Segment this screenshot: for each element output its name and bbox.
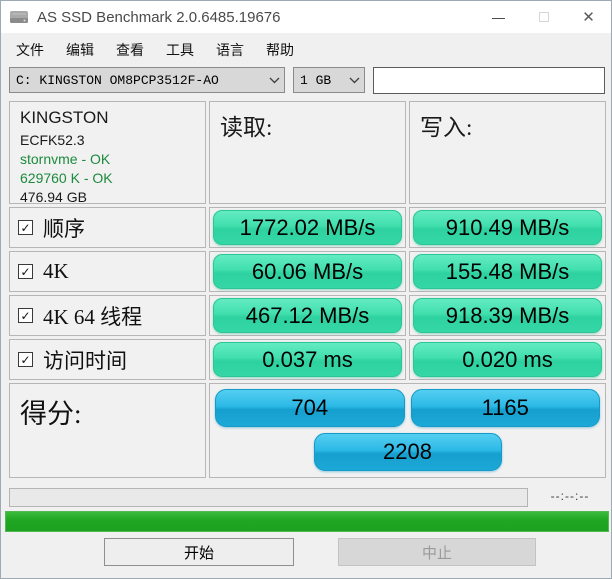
- checkbox-4k[interactable]: ✓: [18, 264, 33, 279]
- access-time-label: 访问时间: [43, 348, 127, 373]
- test-size-select[interactable]: 1 GB: [293, 67, 365, 93]
- menu-bar: 文件 编辑 查看 工具 语言 帮助: [5, 37, 305, 63]
- window-title: AS SSD Benchmark 2.0.6485.19676: [37, 8, 281, 26]
- benchmark-table: KINGSTON ECFK52.3 stornvme - OK 629760 K…: [9, 101, 606, 481]
- drive-info-panel: KINGSTON ECFK52.3 stornvme - OK 629760 K…: [9, 101, 206, 205]
- read-header: 读取:: [220, 115, 273, 140]
- sequential-label-cell: ✓ 顺序: [9, 207, 206, 248]
- menu-view[interactable]: 查看: [105, 37, 155, 63]
- table-row-4k-64-threads: ✓ 4K 64 线程 467.12 MB/s 918.39 MB/s: [9, 295, 606, 336]
- 4k-64-threads-write-value: 918.39 MB/s: [413, 298, 602, 333]
- checkbox-access-time[interactable]: ✓: [18, 352, 33, 367]
- access-time-read-value: 0.037 ms: [213, 342, 402, 377]
- start-button[interactable]: 开始: [104, 538, 294, 566]
- driver-status: stornvme - OK: [20, 151, 111, 167]
- title-bar: AS SSD Benchmark 2.0.6485.19676 — ✕: [1, 1, 611, 33]
- menu-language[interactable]: 语言: [205, 37, 255, 63]
- menu-help[interactable]: 帮助: [255, 37, 305, 63]
- menu-edit[interactable]: 编辑: [55, 37, 105, 63]
- write-score-value: 1165: [410, 389, 600, 427]
- total-score-value: 2208: [313, 433, 502, 471]
- checkbox-sequential[interactable]: ✓: [18, 220, 33, 235]
- menu-tools[interactable]: 工具: [155, 37, 205, 63]
- score-label: 得分:: [20, 399, 82, 429]
- table-row-sequential: ✓ 顺序 1772.02 MB/s 910.49 MB/s: [9, 207, 606, 248]
- score-values-cell: 704 1165 2208: [209, 383, 606, 478]
- 4k-read-value: 60.06 MB/s: [213, 254, 402, 289]
- hard-disk-icon: [9, 7, 31, 27]
- 4k-64-threads-read-value: 467.12 MB/s: [213, 298, 402, 333]
- 4k64-label-cell: ✓ 4K 64 线程: [9, 295, 206, 336]
- access-time-write-cell: 0.020 ms: [409, 339, 606, 380]
- test-size-value: 1 GB: [300, 72, 332, 88]
- read-header-cell: 读取:: [209, 101, 406, 204]
- 4k-write-cell: 155.48 MB/s: [409, 251, 606, 292]
- drive-capacity: 476.94 GB: [20, 189, 87, 205]
- table-row-access-time: ✓ 访问时间 0.037 ms 0.020 ms: [9, 339, 606, 380]
- drive-select-value: C: KINGSTON OM8PCP3512F-AO: [16, 72, 219, 88]
- table-row-score: 得分: 704 1165 2208: [9, 383, 606, 478]
- table-header-row: KINGSTON ECFK52.3 stornvme - OK 629760 K…: [9, 101, 606, 205]
- sequential-label: 顺序: [43, 216, 85, 241]
- maximize-button[interactable]: [521, 1, 566, 33]
- minimize-button[interactable]: —: [476, 1, 521, 33]
- access-time-read-cell: 0.037 ms: [209, 339, 406, 380]
- drive-model: KINGSTON: [20, 108, 109, 127]
- abort-button[interactable]: 中止: [338, 538, 536, 566]
- overall-progress-bar: [5, 511, 609, 532]
- 4k-read-cell: 60.06 MB/s: [209, 251, 406, 292]
- table-row-4k: ✓ 4K 60.06 MB/s 155.48 MB/s: [9, 251, 606, 292]
- sequential-read-value: 1772.02 MB/s: [213, 210, 402, 245]
- write-header: 写入:: [420, 115, 473, 140]
- maximize-icon: [538, 12, 549, 22]
- access-time-label-cell: ✓ 访问时间: [9, 339, 206, 380]
- test-file-input[interactable]: [373, 67, 605, 94]
- 4k-64-threads-label: 4K 64 线程: [43, 304, 143, 329]
- score-label-cell: 得分:: [9, 383, 206, 478]
- sequential-write-value: 910.49 MB/s: [413, 210, 602, 245]
- 4k-write-value: 155.48 MB/s: [413, 254, 602, 289]
- 4k-label-cell: ✓ 4K: [9, 251, 206, 292]
- checkbox-4k-64-threads[interactable]: ✓: [18, 308, 33, 323]
- sequential-write-cell: 910.49 MB/s: [409, 207, 606, 248]
- read-score-value: 704: [215, 389, 405, 427]
- alignment-status: 629760 K - OK: [20, 170, 113, 186]
- chevron-down-icon: [264, 77, 284, 84]
- drive-firmware: ECFK52.3: [20, 132, 85, 148]
- write-header-cell: 写入:: [409, 101, 606, 204]
- time-remaining: --:--:--: [550, 489, 590, 503]
- as-ssd-benchmark-window: AS SSD Benchmark 2.0.6485.19676 — ✕ 文件 编…: [0, 0, 612, 579]
- access-time-write-value: 0.020 ms: [413, 342, 602, 377]
- toolbar: C: KINGSTON OM8PCP3512F-AO 1 GB: [1, 67, 611, 95]
- 4k-label: 4K: [43, 259, 69, 283]
- test-progress-bar: [9, 488, 528, 507]
- 4k64-write-cell: 918.39 MB/s: [409, 295, 606, 336]
- chevron-down-icon: [344, 77, 364, 84]
- 4k64-read-cell: 467.12 MB/s: [209, 295, 406, 336]
- menu-file[interactable]: 文件: [5, 37, 55, 63]
- drive-select[interactable]: C: KINGSTON OM8PCP3512F-AO: [9, 67, 285, 93]
- close-button[interactable]: ✕: [566, 1, 611, 33]
- sequential-read-cell: 1772.02 MB/s: [209, 207, 406, 248]
